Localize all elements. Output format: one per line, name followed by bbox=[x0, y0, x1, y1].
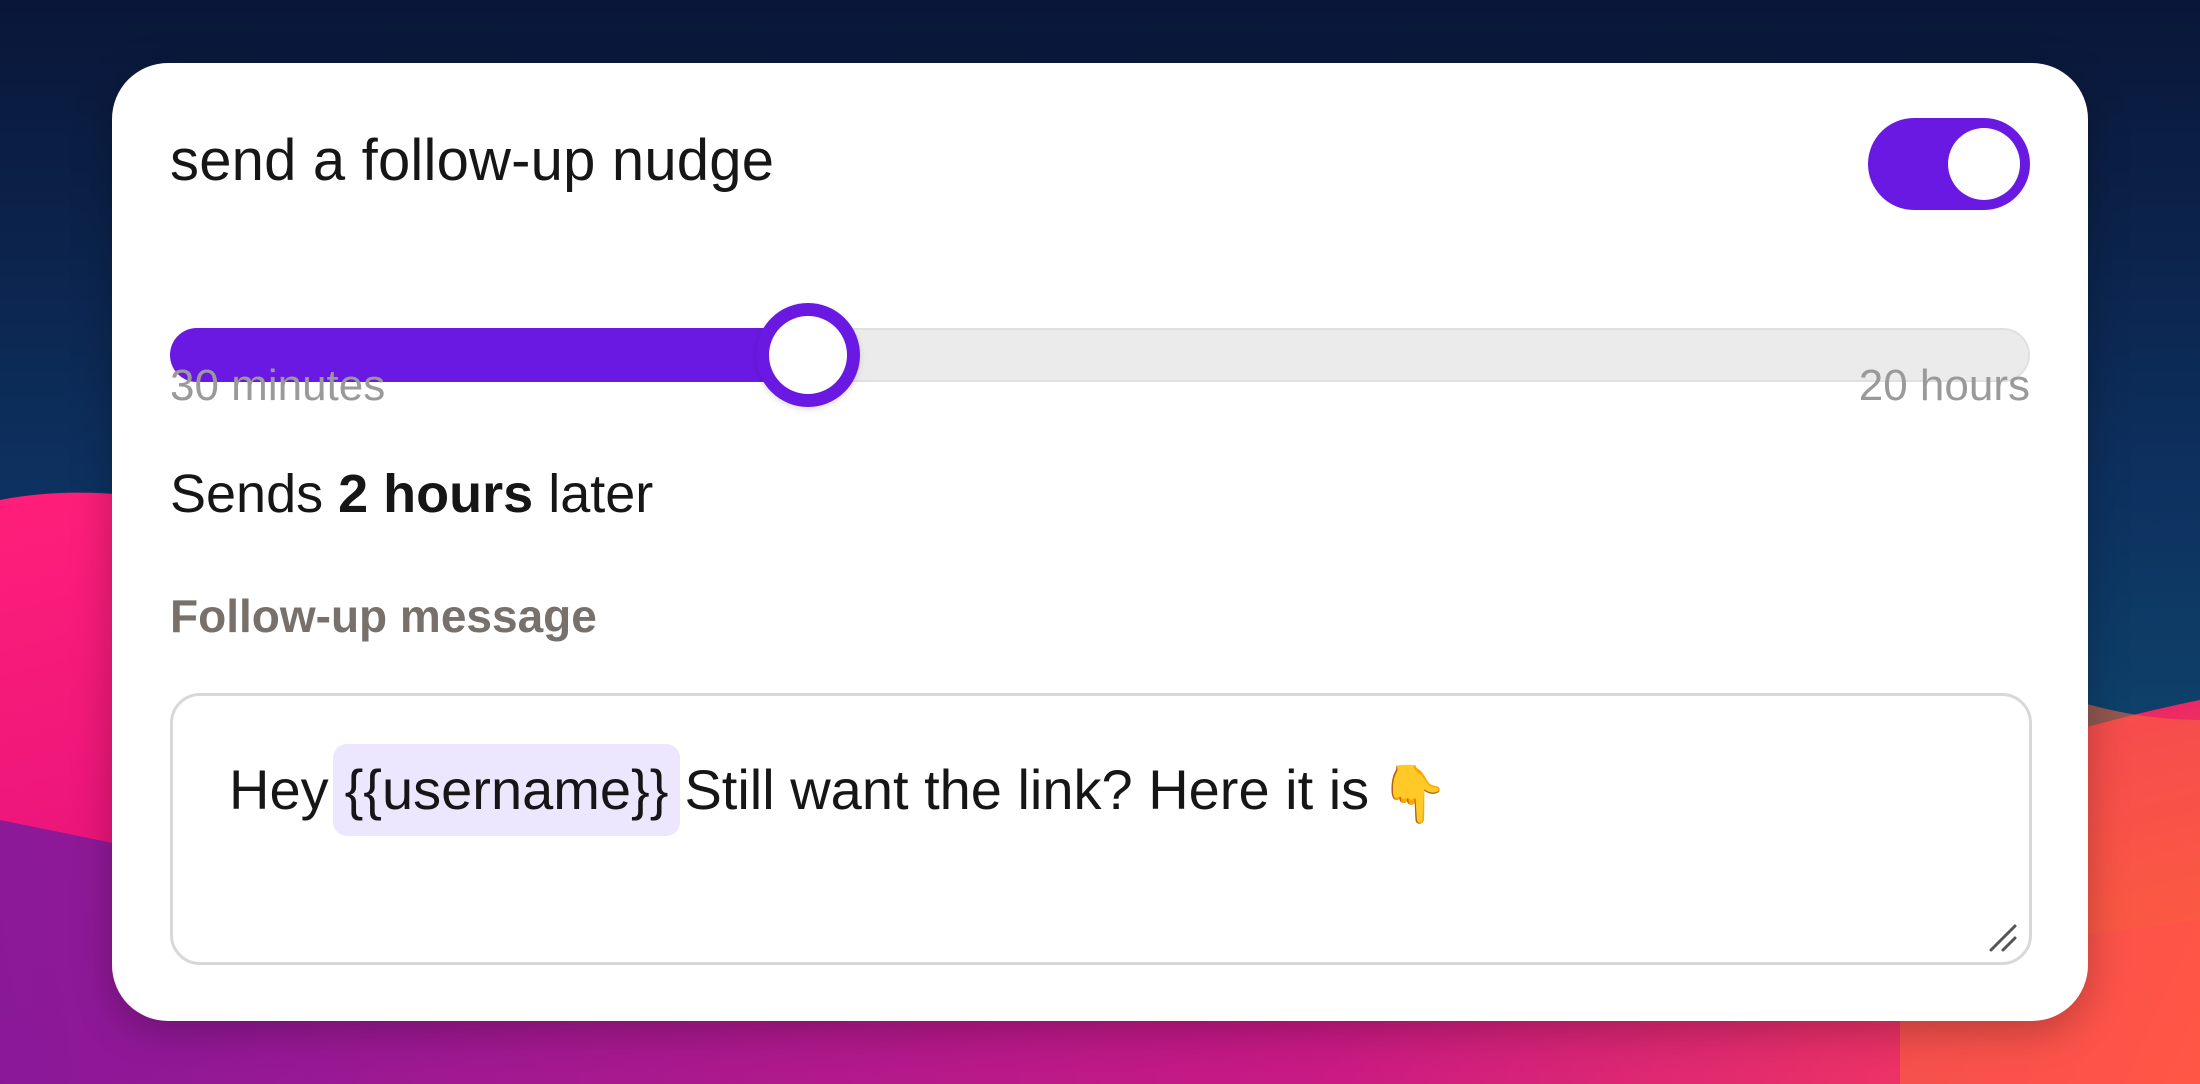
follow-up-settings-card: send a follow-up nudge 30 minutes 20 hou… bbox=[112, 63, 2088, 1021]
resize-handle-icon[interactable] bbox=[1985, 920, 2019, 954]
slider-max-label: 20 hours bbox=[1858, 361, 2030, 410]
message-text-after: Still want the link? Here it is bbox=[684, 758, 1370, 821]
username-variable-token[interactable]: {{username}} bbox=[332, 744, 681, 836]
message-text-before: Hey bbox=[229, 758, 329, 821]
sends-prefix: Sends bbox=[170, 464, 324, 524]
delay-slider[interactable] bbox=[170, 263, 2030, 407]
message-label: Follow-up message bbox=[170, 590, 597, 642]
sends-value: 2 hours bbox=[338, 464, 534, 524]
message-textarea[interactable]: Hey {{username}} Still want the link? Here… bbox=[170, 693, 2032, 965]
card-title: send a follow-up nudge bbox=[170, 128, 775, 193]
follow-up-toggle[interactable] bbox=[1868, 118, 2030, 210]
slider-thumb[interactable] bbox=[756, 303, 860, 407]
pointing-down-emoji-icon: 👇 bbox=[1379, 762, 1449, 826]
toggle-knob bbox=[1948, 128, 2020, 200]
slider-min-label: 30 minutes bbox=[170, 361, 386, 410]
send-delay-summary: Sends 2 hours later bbox=[170, 463, 653, 525]
sends-suffix: later bbox=[548, 464, 654, 524]
message-content: Hey {{username}} Still want the link? Here… bbox=[229, 744, 1449, 840]
